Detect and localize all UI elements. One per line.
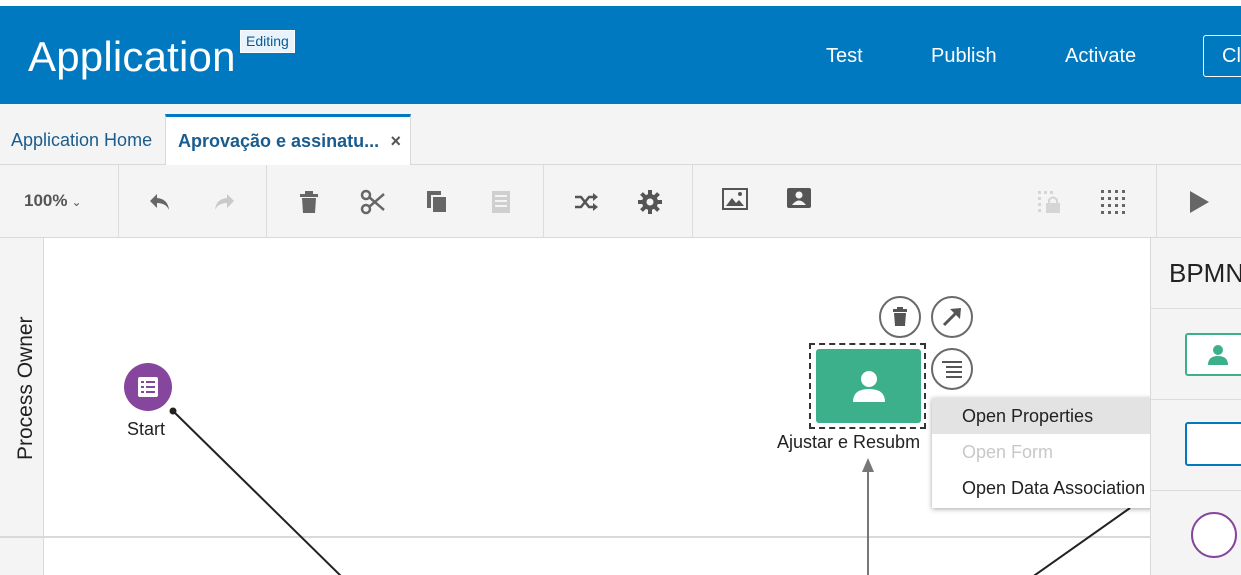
test-button[interactable]: Test: [826, 45, 863, 68]
arrow-up-right-icon: [942, 308, 961, 327]
paste-icon[interactable]: [486, 187, 516, 217]
activate-button[interactable]: Activate: [1065, 45, 1136, 68]
delete-icon[interactable]: [294, 187, 324, 217]
toolbar-separator: [118, 165, 119, 238]
user-icon: [852, 371, 885, 402]
menu-item-open-properties[interactable]: Open Properties: [932, 398, 1162, 434]
delete-node-button[interactable]: [879, 296, 921, 338]
toolbar-separator: [692, 165, 693, 238]
palette-separator: [1151, 399, 1241, 400]
zoom-select[interactable]: 100% ⌄: [24, 191, 82, 211]
grid-icon[interactable]: [1098, 187, 1128, 217]
copy-icon[interactable]: [422, 187, 452, 217]
undo-icon[interactable]: [145, 187, 175, 217]
play-icon[interactable]: [1184, 187, 1214, 217]
tab-close-icon[interactable]: ×: [390, 131, 401, 152]
lock-icon[interactable]: [1034, 187, 1064, 217]
palette-event[interactable]: [1191, 512, 1237, 558]
start-event[interactable]: [124, 363, 172, 411]
user-task-label: Ajustar e Resubm: [777, 432, 921, 452]
palette-user-task[interactable]: [1185, 333, 1241, 376]
swimlane-divider: [0, 536, 1150, 538]
toolbar: 100% ⌄: [0, 165, 1241, 238]
editing-badge: Editing: [240, 30, 295, 53]
close-button[interactable]: Cl: [1203, 35, 1241, 77]
zoom-value: 100%: [24, 191, 68, 210]
contact-card-icon[interactable]: [784, 183, 814, 213]
toolbar-separator: [1156, 165, 1157, 238]
tab-process[interactable]: Aprovação e assinatu... ×: [165, 114, 411, 166]
swimlane-label: Process Owner: [14, 316, 37, 460]
palette-title: BPMN: [1169, 258, 1241, 288]
gear-icon[interactable]: [635, 187, 665, 217]
tab-bar: Application Home Aprovação e assinatu...…: [0, 104, 1241, 166]
menu-item-open-data-association[interactable]: Open Data Association: [932, 470, 1162, 506]
user-task[interactable]: [816, 349, 921, 423]
user-icon: [1208, 345, 1228, 365]
app-title: Application: [28, 33, 236, 80]
start-event-label: Start: [127, 419, 166, 439]
cut-icon[interactable]: [358, 187, 388, 217]
image-icon[interactable]: [720, 184, 750, 214]
node-menu-button[interactable]: [931, 348, 973, 390]
redo-icon[interactable]: [209, 187, 239, 217]
bpmn-palette: BPMN: [1150, 238, 1241, 575]
trash-icon: [893, 307, 907, 326]
menu-list-icon: [942, 361, 962, 378]
palette-separator: [1151, 308, 1241, 309]
palette-service-task[interactable]: [1185, 422, 1241, 466]
connect-node-button[interactable]: [931, 296, 973, 338]
tab-process-label: Aprovação e assinatu...: [178, 131, 380, 151]
swimlane-header: Process Owner: [0, 238, 44, 575]
app-header: Application Editing Test Publish Activat…: [0, 6, 1241, 104]
chevron-down-icon: ⌄: [71, 195, 82, 209]
menu-item-open-form: Open Form: [962, 442, 1054, 462]
toolbar-separator: [543, 165, 544, 238]
palette-separator: [1151, 490, 1241, 491]
form-icon: [138, 377, 158, 397]
context-menu: Open Properties Open Form Open Data Asso…: [932, 398, 1162, 508]
publish-button[interactable]: Publish: [931, 45, 997, 68]
shuffle-icon[interactable]: [571, 187, 601, 217]
toolbar-separator: [266, 165, 267, 238]
tab-application-home[interactable]: Application Home: [0, 114, 165, 165]
